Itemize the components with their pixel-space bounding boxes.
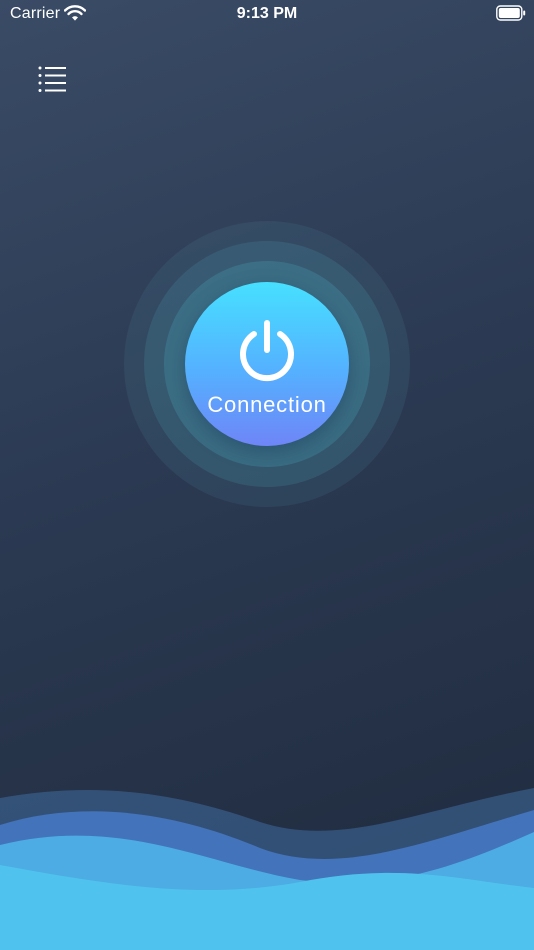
status-bar: Carrier 9:13 PM bbox=[0, 0, 534, 30]
power-icon bbox=[240, 320, 294, 382]
connect-button[interactable]: Connection bbox=[185, 282, 349, 446]
status-time: 9:13 PM bbox=[236, 5, 298, 22]
list-menu-icon bbox=[38, 66, 66, 92]
menu-button[interactable] bbox=[36, 64, 68, 94]
battery-icon bbox=[496, 5, 526, 21]
wave-decoration bbox=[0, 788, 534, 950]
connect-label: Connection bbox=[207, 392, 327, 417]
